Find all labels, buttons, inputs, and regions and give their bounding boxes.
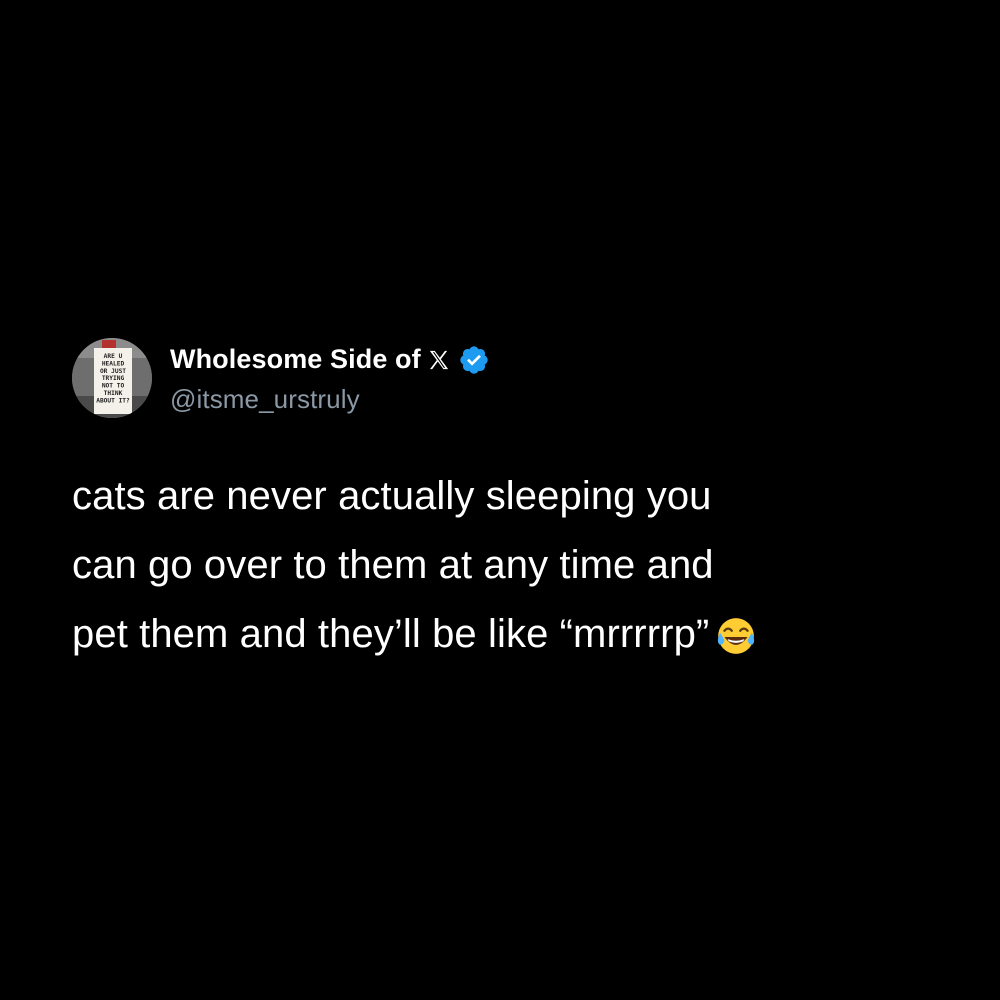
tweet-text-line: pet them and they’ll be like “mrrrrrp”: [72, 612, 710, 656]
author-names: Wholesome Side of @itsme_urstruly: [170, 342, 490, 415]
avatar-image: ARE U HEALED OR JUST TRYING NOT TO THINK ABOUT…: [72, 338, 152, 418]
tweet-header: ARE U HEALED OR JUST TRYING NOT TO THINK ABOUT…: [72, 338, 952, 418]
tweet-text: cats are never actually sleeping you can…: [72, 462, 952, 669]
author-handle[interactable]: @itsme_urstruly: [170, 384, 490, 415]
tweet-text-line: can go over to them at any time and: [72, 543, 714, 587]
tweet-text-line: cats are never actually sleeping you: [72, 474, 712, 518]
tweet-text-line-last: pet them and they’ll be like “mrrrrrp”: [72, 600, 952, 669]
tweet-card: ARE U HEALED OR JUST TRYING NOT TO THINK ABOUT…: [72, 338, 952, 669]
verified-badge-icon: [458, 344, 490, 376]
avatar[interactable]: ARE U HEALED OR JUST TRYING NOT TO THINK ABOUT…: [72, 338, 152, 418]
display-name[interactable]: Wholesome Side of: [170, 344, 421, 375]
x-logo-icon: [428, 349, 450, 371]
face-with-tears-of-joy-icon: [715, 610, 757, 654]
display-name-row: Wholesome Side of: [170, 342, 490, 378]
